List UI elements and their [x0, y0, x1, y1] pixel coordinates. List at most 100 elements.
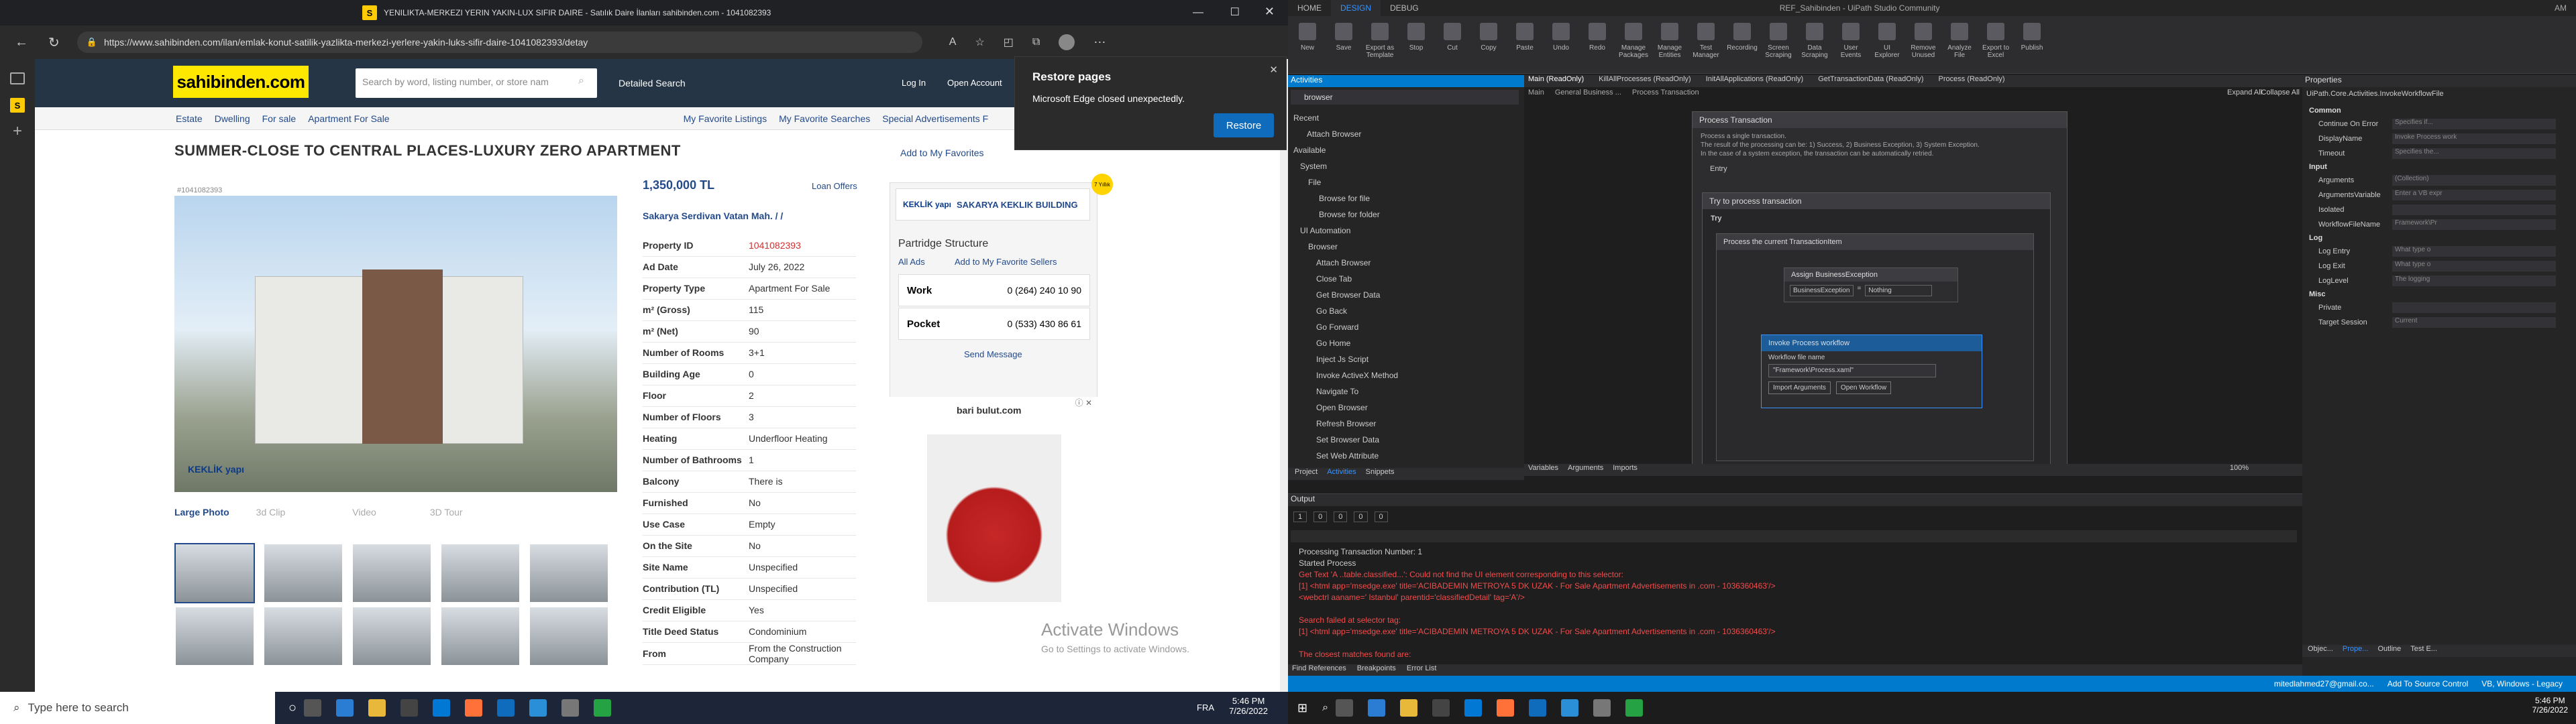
- tab-3d-clip[interactable]: 3d Clip: [256, 507, 286, 518]
- status-mode[interactable]: VB, Windows - Legacy: [2481, 679, 2563, 688]
- crumb-process[interactable]: Process Transaction: [1632, 88, 1699, 97]
- output-filter-count[interactable]: 0: [1374, 511, 1388, 522]
- app-icon[interactable]: [1529, 699, 1547, 717]
- add-favorites-link[interactable]: Add to My Favorites: [900, 147, 984, 158]
- language-indicator[interactable]: FRA: [1197, 703, 1214, 713]
- firefox-icon[interactable]: [465, 699, 483, 717]
- advert[interactable]: ⓘ ✕ bari bulut.com: [890, 397, 1097, 638]
- tree-item[interactable]: File: [1288, 174, 1524, 190]
- tree-item[interactable]: Recent: [1288, 110, 1524, 126]
- property-value[interactable]: The logging: [2392, 276, 2556, 286]
- favorite-star-icon[interactable]: ☆: [975, 36, 984, 49]
- property-value[interactable]: (Collection): [2392, 175, 2556, 186]
- favorite-searches-link[interactable]: My Favorite Searches: [779, 113, 870, 124]
- tree-item[interactable]: Navigate To: [1288, 383, 1524, 400]
- variables-tab[interactable]: Variables: [1528, 464, 1558, 476]
- clock[interactable]: 5:46 PM 7/26/2022: [1229, 696, 1268, 716]
- property-value[interactable]: What type o: [2392, 246, 2556, 257]
- tree-item[interactable]: Go Home: [1288, 335, 1524, 351]
- clock[interactable]: 5:46 PM 7/26/2022: [2532, 696, 2568, 715]
- url-field[interactable]: 🔒 https://www.sahibinden.com/ilan/emlak-…: [76, 32, 922, 53]
- tab-debug[interactable]: DEBUG: [1381, 0, 1428, 16]
- store-icon[interactable]: [400, 699, 419, 717]
- ribbon-button[interactable]: Export as Template: [1364, 20, 1395, 70]
- try-catch-activity[interactable]: Try to process transaction Try Process t…: [1702, 192, 2051, 467]
- restore-button[interactable]: Restore: [1214, 113, 1274, 137]
- tree-item[interactable]: Open Browser: [1288, 400, 1524, 416]
- thumbnail[interactable]: [440, 606, 521, 666]
- ribbon-button[interactable]: Export to Excel: [1980, 20, 2011, 70]
- expand-all-link[interactable]: Expand All: [2227, 88, 2262, 97]
- thumbnail[interactable]: [174, 543, 255, 603]
- ribbon-button[interactable]: Recording: [1727, 20, 1758, 70]
- tree-item[interactable]: Close Tab: [1288, 271, 1524, 287]
- collections-icon[interactable]: ⧉: [1032, 36, 1040, 48]
- tab-actions-icon[interactable]: [10, 72, 25, 84]
- tab-home[interactable]: HOME: [1288, 0, 1331, 16]
- output-search-input[interactable]: [1291, 530, 2297, 542]
- taskbar-search[interactable]: ⌕ Type here to search: [0, 692, 275, 724]
- property-group[interactable]: Input: [2302, 161, 2576, 173]
- mail-icon[interactable]: [1464, 699, 1483, 717]
- sahibinden-tab-icon[interactable]: S: [10, 98, 25, 113]
- tab-test-explorer[interactable]: Test E...: [2410, 645, 2437, 657]
- tree-item[interactable]: Attach Browser: [1288, 126, 1524, 142]
- property-value[interactable]: What type o: [2392, 261, 2556, 272]
- login-link[interactable]: Log In: [902, 78, 926, 88]
- tab-large-photo[interactable]: Large Photo: [174, 507, 229, 518]
- search-icon[interactable]: ⌕: [1322, 702, 1328, 714]
- ribbon-button[interactable]: Stop: [1401, 20, 1432, 70]
- close-icon[interactable]: ✕: [1265, 5, 1275, 19]
- start-icon[interactable]: ⊞: [1297, 701, 1307, 715]
- back-icon[interactable]: ←: [15, 35, 28, 50]
- output-filter-count[interactable]: 0: [1354, 511, 1368, 522]
- output-filter-count[interactable]: 0: [1313, 511, 1328, 522]
- explorer-icon[interactable]: [1400, 699, 1418, 717]
- tree-item[interactable]: Get Browser Data: [1288, 287, 1524, 303]
- tree-item[interactable]: Browser: [1288, 239, 1524, 255]
- thumbnail[interactable]: [174, 606, 255, 666]
- favorite-listings-link[interactable]: My Favorite Listings: [684, 113, 767, 124]
- cortana-icon[interactable]: ○: [288, 701, 297, 716]
- explorer-icon[interactable]: [368, 699, 386, 717]
- minimize-icon[interactable]: —: [1193, 7, 1203, 19]
- tree-item[interactable]: Set Browser Data: [1288, 432, 1524, 448]
- tree-item[interactable]: Set Web Attribute: [1288, 448, 1524, 464]
- property-value[interactable]: Current: [2392, 317, 2556, 328]
- search-icon[interactable]: ⌕: [578, 75, 584, 87]
- ribbon-button[interactable]: Analyze File: [1944, 20, 1975, 70]
- tab-object-repo[interactable]: Objec...: [2308, 645, 2333, 657]
- detailed-search-link[interactable]: Detailed Search: [619, 78, 686, 88]
- store-banner[interactable]: KEKLİK yapı SAKARYA KEKLIK BUILDING: [896, 188, 1090, 221]
- site-search-input[interactable]: Search by word, listing number, or store…: [356, 68, 597, 98]
- open-account-link[interactable]: Open Account: [947, 78, 1002, 88]
- ribbon-button[interactable]: Manage Packages: [1618, 20, 1649, 70]
- thumbnail[interactable]: [440, 543, 521, 603]
- property-group[interactable]: Misc: [2302, 288, 2576, 300]
- property-value[interactable]: Enter a VB expr: [2392, 190, 2556, 200]
- open-workflow-button[interactable]: Open Workflow: [1835, 381, 1892, 394]
- avatar[interactable]: [1059, 34, 1075, 50]
- task-view-icon[interactable]: [304, 699, 322, 717]
- tab-video[interactable]: Video: [352, 507, 376, 518]
- assign-to-field[interactable]: BusinessException: [1790, 285, 1854, 296]
- breadcrumb-item[interactable]: For sale: [262, 113, 297, 124]
- document-tab[interactable]: InitAllApplications (ReadOnly): [1706, 75, 1804, 87]
- thumbnail[interactable]: [529, 543, 609, 603]
- collapse-all-link[interactable]: Collapse All: [2261, 88, 2300, 97]
- tree-item[interactable]: Refresh Browser: [1288, 416, 1524, 432]
- thumbnail[interactable]: [529, 606, 609, 666]
- tab-error-list[interactable]: Error List: [1407, 664, 1437, 676]
- tab-find-references[interactable]: Find References: [1292, 664, 1346, 676]
- tree-item[interactable]: UI Automation: [1288, 223, 1524, 239]
- tree-item[interactable]: Browse for folder: [1288, 206, 1524, 223]
- ribbon-button[interactable]: New: [1292, 20, 1323, 70]
- tab-3d-tour[interactable]: 3D Tour: [430, 507, 463, 518]
- document-tab[interactable]: Process (ReadOnly): [1939, 75, 2005, 87]
- location-link[interactable]: Sakarya Serdivan Vatan Mah. / /: [643, 210, 783, 221]
- output-filter-count[interactable]: 1: [1293, 511, 1307, 522]
- ribbon-button[interactable]: User Events: [1835, 20, 1866, 70]
- ribbon-button[interactable]: Cut: [1437, 20, 1468, 70]
- add-fav-seller-link[interactable]: Add to My Favorite Sellers: [955, 257, 1057, 267]
- loan-offers-link[interactable]: Loan Offers: [812, 181, 857, 191]
